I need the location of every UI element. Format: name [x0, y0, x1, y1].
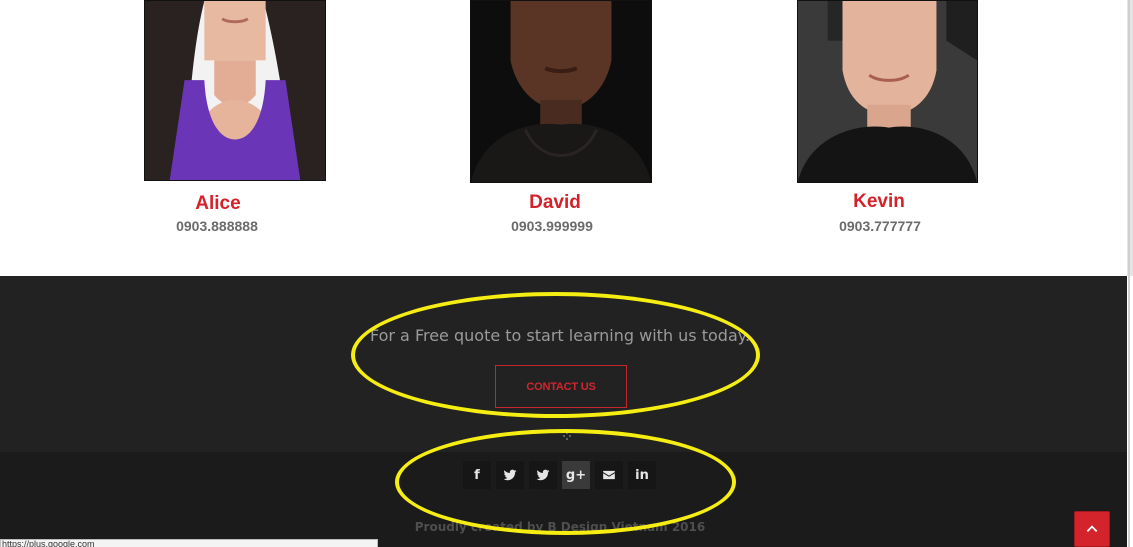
browser-status-url: https://plus.google.com [0, 539, 378, 547]
google-plus-icon[interactable]: g+ [562, 461, 590, 489]
loading-spinner-icon [562, 432, 572, 442]
chevron-up-icon [1086, 525, 1098, 532]
member-phone: 0903.777777 [839, 218, 921, 234]
page-scrollbar[interactable] [1128, 0, 1130, 547]
member-name[interactable]: David [445, 192, 665, 214]
member-phone: 0903.888888 [176, 218, 258, 234]
facebook-icon[interactable]: f [463, 461, 491, 489]
contact-us-button[interactable]: CONTACT US [495, 365, 627, 408]
member-phone: 0903.999999 [511, 218, 593, 234]
envelope-icon[interactable] [595, 461, 623, 489]
member-photo-david [470, 0, 652, 183]
social-links: f g+ in [463, 461, 656, 489]
member-name[interactable]: Kevin [769, 191, 989, 213]
linkedin-icon[interactable]: in [628, 461, 656, 489]
back-to-top-button[interactable] [1074, 511, 1110, 547]
twitter-icon[interactable] [529, 461, 557, 489]
twitter-icon[interactable] [496, 461, 524, 489]
member-photo-alice [144, 0, 326, 181]
footer-credit: Proudly created by B Design Vietnam 2016 [414, 520, 706, 534]
footer-cta-section [0, 276, 1127, 452]
member-photo-kevin [797, 0, 978, 183]
member-name[interactable]: Alice [108, 193, 328, 215]
cta-quote: For a Free quote to start learning with … [369, 326, 751, 345]
